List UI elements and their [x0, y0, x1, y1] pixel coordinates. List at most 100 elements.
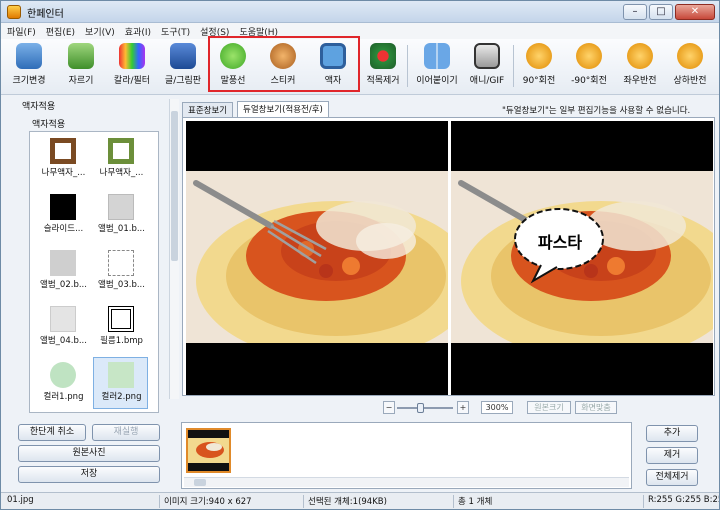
- gif-button[interactable]: 애니/GIF: [465, 43, 509, 91]
- zoom-slider[interactable]: [397, 403, 453, 413]
- menu-bar: 파일(F) 편집(E) 보기(V) 효과(I) 도구(T) 설정(S) 도움말(H): [1, 23, 719, 39]
- frame-item[interactable]: 나무액자_...: [94, 134, 149, 186]
- frame-item-selected[interactable]: 컬러2.png: [93, 357, 148, 409]
- panel-title: 액자적용: [22, 102, 56, 112]
- image-list-item[interactable]: [186, 428, 231, 473]
- title-bar: 한페인터 – □ ✕: [1, 1, 719, 23]
- original-photo-button[interactable]: 원본사진: [18, 445, 160, 462]
- toolbar: 크기변경 자르기 칼라/필터 글/그림판 말풍선 스티커 액자 적목제거 이어붙…: [1, 39, 719, 95]
- frame-item[interactable]: 필름1.bmp: [94, 302, 149, 354]
- status-filename: 01.jpg: [7, 495, 34, 505]
- join-button[interactable]: 이어붙이기: [413, 43, 461, 91]
- image-list[interactable]: [181, 422, 632, 489]
- color-filter-icon: [119, 43, 145, 69]
- frame-thumbnail: [50, 306, 76, 332]
- frame-thumbnail: [108, 250, 134, 276]
- redeye-button[interactable]: 적목제거: [363, 43, 403, 91]
- panel-scrollbar[interactable]: [169, 99, 179, 399]
- zoom-slider-handle[interactable]: [417, 403, 424, 413]
- frame-list[interactable]: 나무액자_... 나무액자_... 슬라이드... 앨범_01.b... 앨범_…: [29, 131, 159, 413]
- tab-standard-view[interactable]: 표준창보기: [182, 102, 234, 117]
- frame-item[interactable]: 컬러1.png: [36, 358, 91, 410]
- remove-button[interactable]: 제거: [646, 447, 698, 464]
- view-tabs: 표준창보기 듀얼창보기(적용전/후) "듀얼창보기"는 일부 편집기능을 사용할…: [182, 101, 717, 117]
- flip-horizontal-icon: [627, 43, 653, 69]
- rotate-ccw-icon: [576, 43, 602, 69]
- status-image-size: 이미지 크기:940 x 627: [159, 495, 252, 508]
- undo-button[interactable]: 한단계 취소: [18, 424, 86, 441]
- rotate-ccw-button[interactable]: -90°회전: [567, 43, 611, 91]
- redo-button[interactable]: 재실행: [92, 424, 160, 441]
- zoom-value: 300%: [481, 401, 513, 414]
- window-title: 한페인터: [27, 9, 64, 20]
- join-icon: [424, 43, 450, 69]
- frame-thumbnail: [50, 138, 76, 164]
- scrollbar-thumb[interactable]: [194, 479, 206, 486]
- status-bar: 01.jpg 이미지 크기:940 x 627 선택된 개체:1(94KB) 총…: [1, 492, 719, 509]
- fit-screen-button[interactable]: 화면맞춤: [575, 401, 617, 414]
- text-image-button[interactable]: 글/그림판: [161, 43, 205, 91]
- resize-icon: [16, 43, 42, 69]
- pasta-photo-before: [186, 171, 448, 343]
- status-rgb: R:255 G:255 B:255: [643, 495, 719, 508]
- rotate-cw-icon: [526, 43, 552, 69]
- frame-thumbnail: [50, 194, 76, 220]
- close-button[interactable]: ✕: [675, 4, 715, 20]
- flip-horizontal-button[interactable]: 좌우반전: [619, 43, 661, 91]
- frame-thumbnail: [108, 194, 134, 220]
- toolbar-separator: [513, 45, 514, 87]
- scrollbar-thumb[interactable]: [171, 111, 178, 261]
- rotate-cw-button[interactable]: 90°회전: [519, 43, 559, 91]
- frame-item[interactable]: 앨범_01.b...: [94, 190, 149, 242]
- image-list-scrollbar[interactable]: [184, 477, 629, 487]
- dual-view-note: "듀얼창보기"는 일부 편집기능을 사용할 수 없습니다.: [502, 106, 691, 116]
- speech-bubble-text: 파스타: [537, 233, 583, 252]
- highlight-box: [208, 36, 360, 92]
- redeye-icon: [370, 43, 396, 69]
- resize-button[interactable]: 크기변경: [9, 43, 49, 91]
- save-button[interactable]: 저장: [18, 466, 160, 483]
- zoom-in-button[interactable]: +: [457, 401, 469, 414]
- menu-edit[interactable]: 편집(E): [40, 23, 79, 38]
- film-frame-thumbnail: [108, 306, 134, 332]
- minimize-button[interactable]: –: [623, 4, 647, 20]
- remove-all-button[interactable]: 전체제거: [646, 469, 698, 486]
- flip-vertical-button[interactable]: 상하반전: [669, 43, 711, 91]
- flip-vertical-icon: [677, 43, 703, 69]
- app-window: 한페인터 – □ ✕ 파일(F) 편집(E) 보기(V) 효과(I) 도구(T) 설정(S…: [0, 0, 720, 510]
- text-image-icon: [170, 43, 196, 69]
- pasta-photo-after: 파스타: [451, 171, 713, 343]
- frame-thumbnail: [50, 362, 76, 388]
- menu-effects[interactable]: 효과(I): [119, 23, 155, 38]
- frame-item[interactable]: 슬라이드...: [36, 190, 91, 242]
- status-selected: 선택된 개체:1(94KB): [303, 495, 387, 508]
- menu-view[interactable]: 보기(V): [79, 23, 119, 38]
- before-pane[interactable]: [186, 121, 448, 395]
- add-button[interactable]: 추가: [646, 425, 698, 442]
- frame-item[interactable]: 나무액자_...: [36, 134, 91, 186]
- frame-item[interactable]: 앨범_03.b...: [94, 246, 149, 298]
- frame-item[interactable]: 앨범_04.b...: [36, 302, 91, 354]
- frame-thumbnail: [108, 362, 134, 388]
- tab-dual-view[interactable]: 듀얼창보기(적용전/후): [237, 101, 329, 117]
- original-size-button[interactable]: 원본크기: [527, 401, 571, 414]
- film-icon: [474, 43, 500, 69]
- status-total: 총 1 개체: [453, 495, 492, 508]
- zoom-bar: − + 300% 원본크기 화면맞춤: [383, 401, 623, 415]
- frame-thumbnail: [50, 250, 76, 276]
- zoom-out-button[interactable]: −: [383, 401, 395, 414]
- toolbar-separator: [407, 45, 408, 87]
- menu-file[interactable]: 파일(F): [1, 23, 40, 38]
- panel-subtitle: 액자적용: [32, 120, 66, 130]
- app-icon: [7, 5, 21, 19]
- color-filter-button[interactable]: 칼라/필터: [109, 43, 155, 91]
- maximize-button[interactable]: □: [649, 4, 673, 20]
- crop-icon: [68, 43, 94, 69]
- frame-thumbnail: [108, 138, 134, 164]
- frame-panel: 액자적용 액자적용 나무액자_... 나무액자_... 슬라이드... 앨범_0…: [4, 97, 176, 413]
- after-pane[interactable]: 파스타: [451, 121, 713, 395]
- crop-button[interactable]: 자르기: [61, 43, 101, 91]
- preview-area: 파스타: [182, 117, 715, 396]
- menu-tools[interactable]: 도구(T): [155, 23, 194, 38]
- frame-item[interactable]: 앨범_02.b...: [36, 246, 91, 298]
